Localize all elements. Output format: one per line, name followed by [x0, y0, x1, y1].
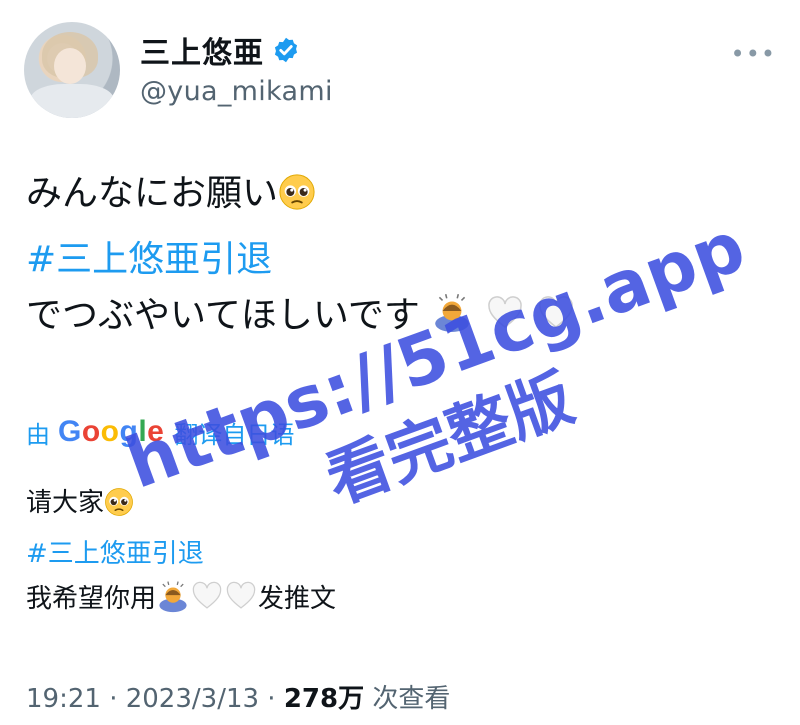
translation-suffix: 翻译自日语 — [174, 420, 295, 449]
tweet-line-1: みんなにお願い — [26, 166, 766, 222]
google-logo: Google — [58, 415, 165, 448]
avatar[interactable] — [24, 22, 120, 118]
tweet-text-line-3: でつぶやいてほしいです — [26, 295, 420, 336]
translated-text-line-3a: 我希望你用 — [26, 584, 157, 614]
verified-badge-icon — [274, 37, 298, 63]
bowing-person-icon — [435, 293, 470, 332]
avatar-clothing — [30, 84, 114, 118]
tweet-timestamp[interactable]: 19:21 · 2023/3/13 · — [26, 684, 284, 714]
avatar-face — [54, 48, 86, 84]
view-count: 278万 — [283, 684, 365, 714]
pleading-face-icon — [279, 174, 315, 210]
tweet-text: みんなにお願い #三上悠亜引退 でつぶやいてほしいです — [26, 166, 766, 344]
view-label: 次查看 — [364, 684, 451, 714]
tweet-line-3: でつぶやいてほしいです — [26, 288, 766, 344]
translated-line-3: 我希望你用 发推文 — [26, 574, 766, 624]
translated-hashtag-link[interactable]: #三上悠亜引退 — [26, 534, 766, 574]
translated-text-line-3b: 发推文 — [258, 584, 337, 614]
translation-prefix: 由 — [26, 420, 50, 449]
translated-text: 请大家 #三上悠亜引退 我希望你用 发推文 — [26, 478, 766, 624]
tweet-header: 三上悠亜 @yua_mikami ••• — [24, 22, 776, 122]
tweet-metadata: 19:21 · 2023/3/13 · 278万 次查看 — [26, 678, 450, 715]
tweet-hashtag-link[interactable]: #三上悠亜引退 — [26, 232, 766, 288]
more-options-icon[interactable]: ••• — [731, 40, 776, 68]
pleading-face-icon — [105, 488, 133, 516]
white-heart-icon — [539, 296, 573, 328]
translated-text-line-1: 请大家 — [26, 488, 105, 518]
translation-credit[interactable]: 由 Google 翻译自日语 — [26, 412, 294, 452]
tweet-text-line-1: みんなにお願い — [26, 173, 279, 214]
bowing-person-icon — [159, 581, 187, 613]
white-heart-icon — [487, 296, 522, 328]
white-heart-icon — [226, 581, 256, 609]
name-row: 三上悠亜 — [140, 32, 300, 71]
display-name[interactable]: 三上悠亜 — [140, 28, 264, 72]
white-heart-icon — [192, 581, 222, 609]
translated-line-1: 请大家 — [26, 478, 766, 528]
handle[interactable]: @yua_mikami — [140, 76, 333, 107]
